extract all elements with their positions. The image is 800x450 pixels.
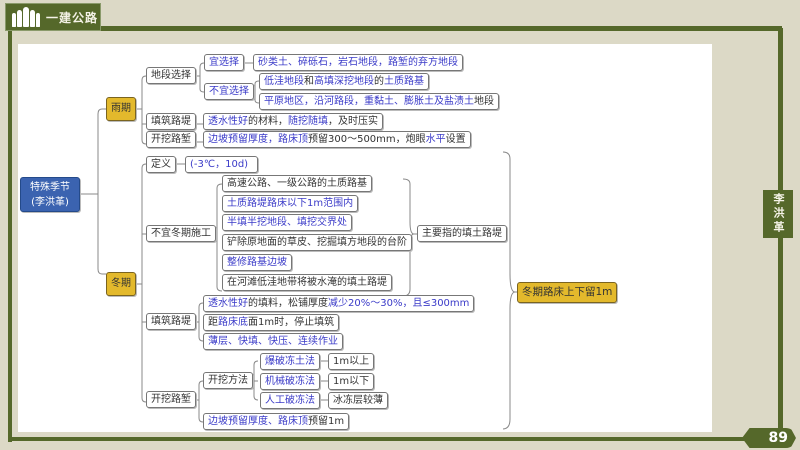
author-tab: 李洪革 <box>763 190 793 238</box>
node-method-note[interactable]: 1m以下 <box>328 372 375 390</box>
node-unsuitable-item[interactable]: 铲除原地面的草皮、挖掘填方地段的台阶 <box>222 234 412 252</box>
node-unsuitable-item[interactable]: 高速公路、一级公路的土质路基 <box>222 175 372 192</box>
node-cut-method[interactable]: 开挖方法 <box>203 372 253 389</box>
text-segment: 的 <box>374 76 384 87</box>
node-unsuitable-2[interactable]: 平原地区，沿河路段，重黏土、膨胀土及盐渍土地段 <box>259 93 499 110</box>
text-segment: 在河滩低洼地带将被水淹的填土路堤 <box>227 276 387 288</box>
node-winter-season[interactable]: 冬期 <box>106 272 136 296</box>
text-segment: 土质路堤路床以下1m范围内 <box>227 197 354 209</box>
text-segment: 半填半挖地段、填挖交界处 <box>227 217 347 229</box>
top-frame-line <box>100 26 782 31</box>
mindmap-panel: 特殊季节 (李洪革) 雨期 冬期 地段选择 宜选择 砂类土、碎砾石，岩石地段，路… <box>18 44 712 432</box>
root-node[interactable]: 特殊季节 (李洪革) <box>20 177 80 212</box>
node-method-name[interactable]: 爆破冻土法 <box>260 353 320 370</box>
node-rain-cut-detail[interactable]: 边坡预留厚度，路床顶预留300～500mm，炮眼水平设置 <box>203 131 471 148</box>
node-unsuitable-item[interactable]: 半填半挖地段、填挖交界处 <box>222 214 352 232</box>
text-segment: 预留300～500mm，炮眼 <box>308 134 426 145</box>
header-tab: 一建公路 <box>5 3 101 31</box>
text-segment: 砂类土、碎砾石，岩石地段， <box>258 57 388 68</box>
text-segment: 高填深挖地段 <box>314 76 374 87</box>
people-icon <box>12 7 40 27</box>
node-unsuitable-item[interactable]: 整修路基边坡 <box>222 253 292 271</box>
bottom-frame-line <box>8 437 748 441</box>
text-segment: 边坡预留厚度，路床顶 <box>208 134 308 145</box>
node-winter-summary[interactable]: 冬期路床上下留1m <box>517 282 618 303</box>
text-segment: 减少20%～30%，且≤300mm <box>328 298 470 309</box>
node-winter-fill[interactable]: 填筑路堤 <box>146 313 196 330</box>
text-segment: ，及时压实 <box>328 116 378 127</box>
text-segment: 的材料， <box>248 116 288 127</box>
text-segment: 路堑的弃方地段 <box>388 57 458 68</box>
node-definition-value[interactable]: (-3℃，10d) <box>185 156 258 173</box>
node-unsuitable-item[interactable]: 土质路堤路床以下1m范围内 <box>222 194 359 212</box>
node-method-name[interactable]: 人工破冻法 <box>260 392 320 409</box>
text-segment: 平原地区，沿河路段，重黏土、膨胀土及盐渍土 <box>264 96 474 107</box>
text-segment: 低洼地段 <box>264 76 304 87</box>
node-definition[interactable]: 定义 <box>146 156 176 173</box>
node-rain-fill[interactable]: 填筑路堤 <box>146 113 196 130</box>
node-suitable-detail[interactable]: 砂类土、碎砾石，岩石地段，路堑的弃方地段 <box>253 54 463 71</box>
text-segment: 整修路基边坡 <box>227 256 287 268</box>
text-segment: 路床底 <box>218 317 248 328</box>
text-segment: 高速公路、一级公路的土质路基 <box>227 178 367 189</box>
node-method-note[interactable]: 冰冻层较薄 <box>328 392 388 409</box>
node-unsuitable-item[interactable]: 在河滩低洼地带将被水淹的填土路堤 <box>222 273 392 291</box>
text-segment: 地段 <box>474 96 494 107</box>
node-rain-cut[interactable]: 开挖路堑 <box>146 131 196 148</box>
left-frame-line <box>8 28 12 442</box>
node-winter-cut-detail[interactable]: 边坡预留厚度、路床顶预留1m <box>203 413 350 430</box>
node-site-selection[interactable]: 地段选择 <box>146 67 196 84</box>
text-segment: 面1m时，停止填筑 <box>248 317 335 328</box>
text-segment: 土质路基 <box>384 76 424 87</box>
node-suitable[interactable]: 宜选择 <box>204 54 244 71</box>
node-winter-cut[interactable]: 开挖路堑 <box>146 391 196 408</box>
text-segment: (-3℃，10d) <box>190 159 249 170</box>
node-method-name[interactable]: 机械破冻法 <box>260 372 320 390</box>
page-number: 89 <box>742 428 796 448</box>
header-title: 一建公路 <box>46 10 99 25</box>
text-segment: 随挖随填 <box>288 116 328 127</box>
node-unsuitable-note[interactable]: 主要指的填土路堤 <box>417 225 507 242</box>
node-winter-unsuitable[interactable]: 不宜冬期施工 <box>146 225 216 242</box>
text-segment: 和 <box>304 76 314 87</box>
node-fill-item[interactable]: 透水性好的填料，松铺厚度减少20%～30%，且≤300mm <box>203 295 475 312</box>
text-segment: 透水性好 <box>208 298 248 309</box>
text-segment: 预留1m <box>308 416 345 427</box>
node-rain-fill-detail[interactable]: 透水性好的材料，随挖随填，及时压实 <box>203 113 383 130</box>
node-unsuitable-1[interactable]: 低洼地段和高填深挖地段的土质路基 <box>259 73 429 90</box>
node-fill-item[interactable]: 距路床底面1m时，停止填筑 <box>203 314 340 331</box>
text-segment: 距 <box>208 317 218 328</box>
node-fill-item[interactable]: 薄层、快填、快压、连续作业 <box>203 333 343 350</box>
text-segment: 透水性好 <box>208 116 248 127</box>
text-segment: 的填料，松铺厚度 <box>248 298 328 309</box>
text-segment: 水平 <box>425 134 446 145</box>
text-segment: 边坡预留厚度、路床顶 <box>208 416 308 427</box>
text-segment: 铲除原地面的草皮、挖掘填方地段的台阶 <box>227 237 407 249</box>
node-unsuitable[interactable]: 不宜选择 <box>204 83 254 100</box>
text-segment: 设置 <box>445 134 466 145</box>
node-rain-season[interactable]: 雨期 <box>106 97 136 121</box>
node-method-note[interactable]: 1m以上 <box>328 353 375 370</box>
text-segment: 薄层、快填、快压、连续作业 <box>208 336 338 347</box>
